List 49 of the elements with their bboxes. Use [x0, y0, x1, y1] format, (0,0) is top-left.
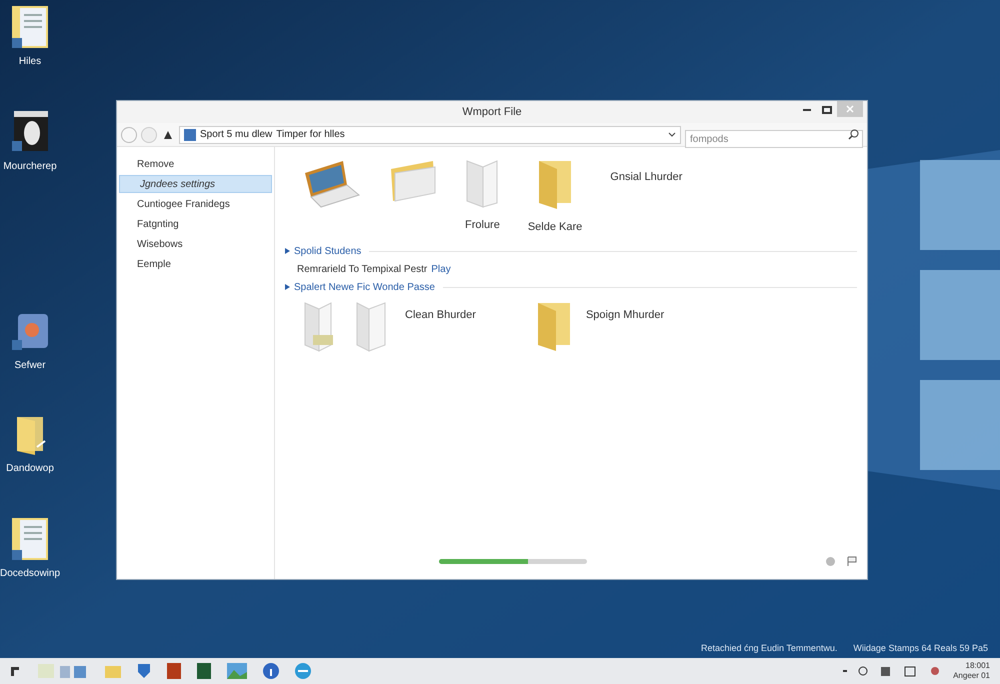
- start-icon[interactable]: [10, 665, 22, 677]
- clock[interactable]: 18:001 Angeer 01: [953, 661, 990, 681]
- folder-icon: [389, 159, 437, 203]
- folder-icon: [537, 159, 574, 211]
- sidebar-item[interactable]: Remove: [117, 155, 274, 173]
- image-icon[interactable]: [226, 662, 248, 680]
- address-bar[interactable]: Sport 5 mu dlew Timper for hlles: [179, 126, 681, 144]
- desktop-icon-label[interactable]: Sefwer: [14, 358, 46, 373]
- document-icon: [10, 516, 50, 562]
- shield-icon[interactable]: [136, 662, 152, 680]
- page-icon: [465, 159, 500, 209]
- desktop-icon-label[interactable]: Dandowop: [6, 461, 54, 476]
- chevron-down-icon[interactable]: [668, 132, 676, 138]
- sidebar-item[interactable]: Eemple: [117, 255, 274, 273]
- folder-label: Clean Bhurder: [405, 308, 476, 322]
- play-link[interactable]: Play: [431, 262, 451, 276]
- sidebar-item[interactable]: Wisebows: [117, 235, 274, 253]
- window-title: Wmport File: [462, 104, 522, 120]
- app-icon[interactable]: [166, 662, 182, 680]
- item-label: Frolure: [465, 218, 500, 233]
- info-text: Remrarield To Tempixal Pestr: [297, 262, 428, 276]
- section-header[interactable]: Spolid Studens: [294, 244, 362, 258]
- expand-arrow-icon[interactable]: [285, 284, 290, 290]
- document-icon: [10, 4, 50, 50]
- item-label: Selde Kare: [528, 220, 582, 235]
- desktop-icon-label[interactable]: Hiles: [18, 54, 42, 69]
- folder-label: Gnsial Lhurder: [610, 170, 682, 185]
- location-icon: [184, 128, 196, 140]
- info-icon[interactable]: [262, 662, 280, 680]
- flag-icon: [846, 556, 857, 567]
- folder-icon: [536, 300, 572, 352]
- search-field[interactable]: fompods: [685, 130, 863, 148]
- sidebar-item[interactable]: Fatgnting: [117, 215, 274, 233]
- breadcrumb[interactable]: Timper for hlles: [276, 127, 345, 142]
- search-icon: [848, 128, 859, 140]
- sidebar-item[interactable]: Jgndees settings: [119, 175, 272, 193]
- sidebar-item[interactable]: Cuntiogee Franidegs: [117, 195, 274, 213]
- up-arrow-icon: [164, 130, 172, 138]
- breadcrumb[interactable]: Sport 5 mu dlew: [200, 127, 272, 142]
- close-icon: [846, 105, 854, 113]
- expand-arrow-icon[interactable]: [285, 248, 290, 254]
- folder-label: Spoign Mhurder: [586, 308, 664, 322]
- notification-text: Wiidage Stamps 64 Reals 59 Pa5: [853, 642, 988, 655]
- section-header[interactable]: Spalert Newe Fic Wonde Passe: [294, 280, 435, 294]
- desktop-icon-label[interactable]: Mourcherep: [3, 159, 57, 174]
- app-icon[interactable]: [196, 662, 212, 680]
- notification-text: Retachied ćng Eudin Temmentwu.: [701, 642, 838, 655]
- browser-icon[interactable]: [294, 662, 312, 680]
- desktop-icon-label[interactable]: Docedsowinp: [0, 566, 60, 581]
